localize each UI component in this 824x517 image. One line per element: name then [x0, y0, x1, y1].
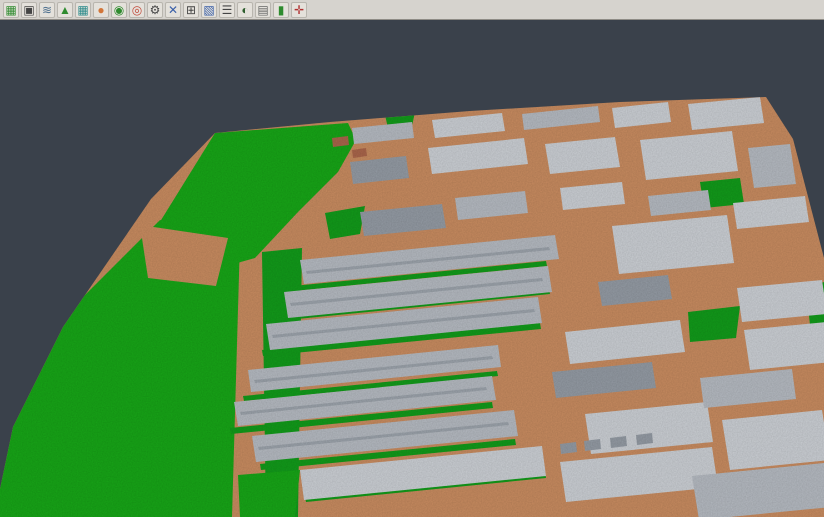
grid-icon[interactable]: ▦: [75, 2, 91, 18]
measure-icon[interactable]: ✛: [291, 2, 307, 18]
zoom-extents-icon[interactable]: ⊞: [183, 2, 199, 18]
print-icon[interactable]: ▤: [255, 2, 271, 18]
orthophoto-icon[interactable]: ●: [93, 2, 109, 18]
open-icon[interactable]: ▦: [3, 2, 19, 18]
settings-icon[interactable]: ⚙: [147, 2, 163, 18]
import-pointcloud-icon[interactable]: ≋: [39, 2, 55, 18]
toolbar-icons: ▦▣≋▲▦●◉◎⚙✕⊞▧☰◐▤▮✛: [3, 2, 307, 18]
terrain-model-icon[interactable]: ▲: [57, 2, 73, 18]
application-window: { "toolbar": { "background": "#d6d3ce", …: [0, 0, 824, 517]
clear-selection-icon[interactable]: ✕: [165, 2, 181, 18]
target-icon[interactable]: ◎: [129, 2, 145, 18]
classification-icon[interactable]: ◉: [111, 2, 127, 18]
layers-icon[interactable]: ☰: [219, 2, 235, 18]
globe-icon[interactable]: ◐: [237, 2, 253, 18]
save-icon[interactable]: ▣: [21, 2, 37, 18]
main-toolbar: ▦▣≋▲▦●◉◎⚙✕⊞▧☰◐▤▮✛: [0, 0, 824, 20]
report-icon[interactable]: ▮: [273, 2, 289, 18]
mesh-icon[interactable]: ▧: [201, 2, 217, 18]
viewport-3d[interactable]: [0, 20, 824, 517]
